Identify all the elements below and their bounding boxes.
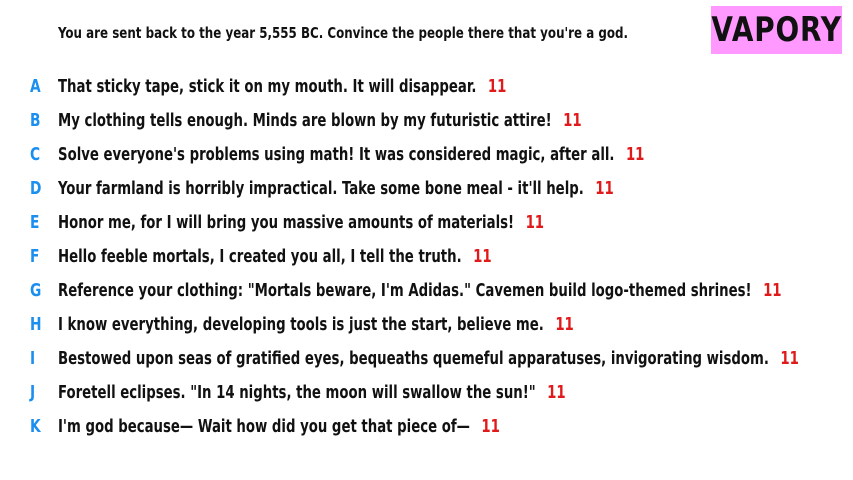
vote-count: 11 [555,314,574,335]
answer-text: I know everything, developing tools is j… [58,314,544,335]
answer-option-k[interactable]: K I'm god because— Wait how did you get … [0,410,853,444]
vote-count: 11 [487,76,507,97]
vote-count: 11 [780,348,799,369]
answer-list: A That sticky tape, stick it on my mouth… [0,70,853,444]
answer-text: Honor me, for I will bring you massive a… [58,212,515,233]
answer-option-b[interactable]: B My clothing tells enough. Minds are bl… [0,104,853,138]
answer-option-c[interactable]: C Solve everyone's problems using math! … [0,138,853,172]
logo-text: VAPORY [711,10,842,50]
answer-option-a[interactable]: A That sticky tape, stick it on my mouth… [0,70,853,104]
answer-option-h[interactable]: H I know everything, developing tools is… [0,308,853,342]
answer-text: Bestowed upon seas of gratified eyes, be… [58,348,769,369]
vote-count: 11 [595,178,614,199]
vote-count: 11 [547,382,566,403]
answer-text: That sticky tape, stick it on my mouth. … [58,76,477,97]
vote-count: 11 [525,212,545,233]
answer-option-e[interactable]: E Honor me, for I will bring you massive… [0,206,853,240]
answer-text: Hello feeble mortals, I created you all,… [58,246,462,267]
answer-option-i[interactable]: I Bestowed upon seas of gratified eyes, … [0,342,853,376]
answer-text: Your farmland is horribly impractical. T… [58,178,584,199]
answer-text: Foretell eclipses. "In 14 nights, the mo… [58,382,536,403]
answer-letter: E [30,212,40,233]
answer-option-g[interactable]: G Reference your clothing: "Mortals bewa… [0,274,853,308]
answer-option-j[interactable]: J Foretell eclipses. "In 14 nights, the … [0,376,853,410]
answer-text: My clothing tells enough. Minds are blow… [58,110,552,131]
vote-count: 11 [763,280,782,301]
answer-letter: C [30,144,41,165]
vote-count: 11 [625,144,645,165]
answer-letter: I [30,348,36,369]
answer-letter: F [30,246,40,267]
question-prompt: You are sent back to the year 5,555 BC. … [58,24,629,42]
answer-letter: J [30,382,36,403]
answer-letter: D [30,178,42,199]
answer-option-f[interactable]: F Hello feeble mortals, I created you al… [0,240,853,274]
answer-letter: B [30,110,41,131]
vote-count: 11 [473,246,492,267]
vote-count: 11 [563,110,582,131]
vapory-logo: VAPORY [711,6,842,54]
answer-letter: A [30,76,41,97]
answer-letter: K [30,416,41,437]
answer-text: I'm god because— Wait how did you get th… [58,416,470,437]
answer-text: Solve everyone's problems using math! It… [58,144,615,165]
answer-letter: H [30,314,42,335]
vote-count: 11 [481,416,500,437]
answer-text: Reference your clothing: "Mortals beware… [58,280,752,301]
answer-letter: G [30,280,42,301]
answer-option-d[interactable]: D Your farmland is horribly impractical.… [0,172,853,206]
